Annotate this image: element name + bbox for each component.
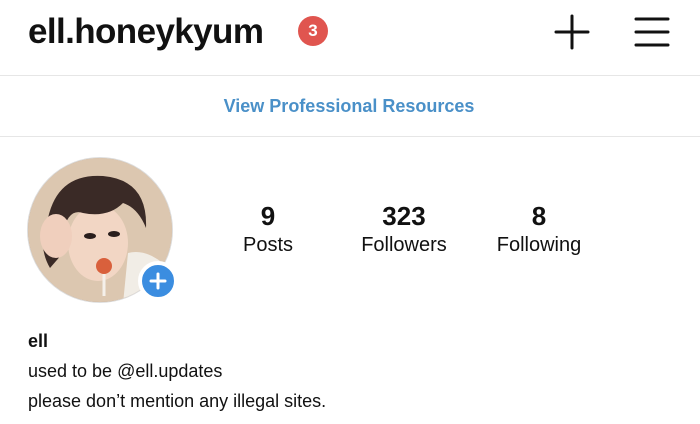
following-stat[interactable]: 8 Following <box>482 201 596 259</box>
bio-name: ell <box>28 331 49 351</box>
following-count: 8 <box>531 201 547 231</box>
username-title[interactable]: ell.honeykyum <box>28 12 264 52</box>
new-post-button[interactable] <box>552 12 592 52</box>
add-story-button[interactable] <box>138 261 178 301</box>
menu-button[interactable] <box>632 12 672 52</box>
posts-label: Posts <box>242 234 294 256</box>
plus-icon <box>554 14 590 50</box>
add-story-icon <box>149 272 167 290</box>
hamburger-menu-icon <box>634 17 670 47</box>
followers-count: 323 <box>382 201 426 231</box>
view-professional-resources-link[interactable]: View Professional Resources <box>224 96 475 117</box>
profile-page: ell.honeykyum 3 View Professional Resour… <box>0 0 700 424</box>
bio-line: please don’t mention any illegal sites. <box>28 391 327 411</box>
professional-resources-bar: View Professional Resources <box>0 77 700 137</box>
bio-line: used to be @ell.updates <box>28 361 223 381</box>
notification-badge[interactable]: 3 <box>298 16 328 46</box>
followers-label: Followers <box>361 234 447 256</box>
profile-avatar-container <box>27 157 178 305</box>
profile-header: ell.honeykyum 3 <box>0 0 700 76</box>
following-label: Following <box>496 234 582 256</box>
posts-stat[interactable]: 9 Posts <box>218 201 318 259</box>
posts-count: 9 <box>260 201 276 231</box>
followers-stat[interactable]: 323 Followers <box>344 201 464 259</box>
